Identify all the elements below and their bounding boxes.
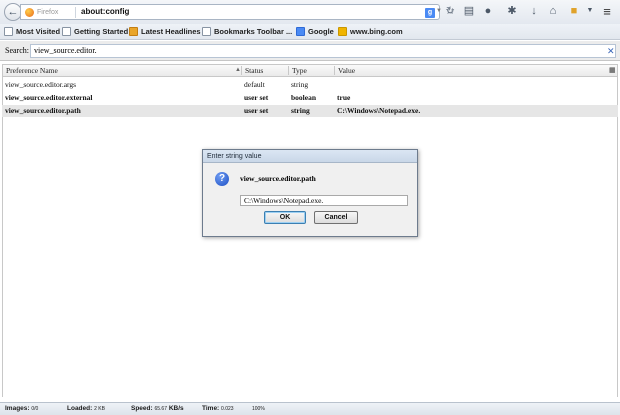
page-icon	[202, 27, 211, 36]
column-header-value[interactable]: Value	[335, 65, 605, 76]
column-header-name[interactable]: Preference Name	[3, 65, 241, 76]
row-status: default	[244, 80, 265, 89]
url-text[interactable]: about:config	[81, 5, 129, 19]
identity-label: Firefox	[37, 9, 59, 16]
row-name: view_source.editor.path	[5, 106, 81, 115]
ok-button[interactable]: OK	[264, 211, 306, 224]
dialog-message: view_source.editor.path	[240, 174, 316, 183]
dropdown-arrow-icon[interactable]: ▼	[436, 8, 442, 14]
row-value: C:\Windows\Notepad.exe.	[337, 106, 421, 115]
table-row[interactable]: view_source.editor.args default string	[2, 79, 618, 91]
status-speed-value: 65.67	[154, 406, 167, 412]
row-name: view_source.editor.args	[5, 80, 77, 89]
rss-icon	[129, 27, 138, 36]
reading-list-icon[interactable]: ▤	[463, 5, 475, 17]
row-name: view_source.editor.external	[5, 93, 93, 102]
google-icon	[296, 27, 305, 36]
clear-search-icon[interactable]: ✕	[607, 44, 615, 58]
bookmark-bing[interactable]: www.bing.com	[338, 26, 408, 38]
status-speed-label: Speed:	[131, 405, 153, 412]
navigation-bar: ← Firefox about:config g ▼ ↻ ☆ ▤ ● ✱ ↓ ⌂…	[0, 0, 620, 24]
bookmark-google[interactable]: Google	[296, 26, 336, 38]
search-label: Search:	[5, 46, 29, 55]
bookmark-toolbar-folder[interactable]: Bookmarks Toolbar ...	[202, 26, 294, 38]
status-time-label: Time:	[202, 405, 220, 412]
status-time: Time: 0.023	[202, 403, 234, 415]
bookmark-most-visited[interactable]: Most Visited	[4, 26, 60, 38]
url-separator	[75, 7, 76, 18]
bookmark-label: Latest Headlines	[141, 27, 201, 36]
status-images-label: Images:	[5, 405, 30, 412]
preferences-table-header: Preference Name ▲ Status Type Value ▦	[2, 64, 618, 77]
column-header-type[interactable]: Type	[289, 65, 334, 76]
table-row[interactable]: view_source.editor.external user set boo…	[2, 92, 618, 104]
star-icon[interactable]: ☆	[444, 5, 456, 17]
dialog-title-bar[interactable]: Enter string value	[203, 150, 417, 163]
google-g-icon[interactable]: g	[425, 8, 435, 18]
bookmark-getting-started[interactable]: Getting Started	[62, 26, 128, 38]
status-time-value: 0.023	[221, 406, 234, 412]
bookmark-label: www.bing.com	[350, 27, 403, 36]
status-loaded-label: Loaded:	[67, 405, 93, 412]
row-type: boolean	[291, 93, 317, 102]
bookmark-latest-headlines[interactable]: Latest Headlines	[129, 26, 201, 38]
row-type: string	[291, 106, 310, 115]
status-bar: Images: 0/0 Loaded: 2 KB Speed: 65.67 KB…	[0, 402, 620, 415]
dialog-title: Enter string value	[207, 153, 262, 160]
question-icon: ?	[215, 172, 229, 186]
menu-button[interactable]: ≡	[598, 4, 616, 20]
string-value-input[interactable]: C:\Windows\Notepad.exe.	[240, 195, 408, 206]
translate-icon[interactable]: ✱	[506, 5, 518, 17]
dialog-body: ? view_source.editor.path C:\Windows\Not…	[203, 163, 417, 236]
cancel-button[interactable]: Cancel	[314, 211, 358, 224]
bookmark-label: Getting Started	[74, 27, 129, 36]
status-loaded: Loaded: 2 KB	[67, 403, 105, 415]
row-status: user set	[244, 106, 269, 115]
status-speed-unit: KB/s	[168, 405, 184, 412]
overflow-icon[interactable]: ▼	[584, 5, 596, 17]
column-header-status[interactable]: Status	[242, 65, 288, 76]
bookmark-label: Most Visited	[16, 27, 61, 36]
search-input[interactable]: view_source.editor.	[30, 44, 616, 58]
bookmark-folder-icon	[4, 27, 13, 36]
bookmarks-toolbar: Most Visited Getting Started Latest Head…	[0, 24, 620, 40]
status-images: Images: 0/0	[5, 403, 38, 415]
row-status: user set	[244, 93, 269, 102]
preferences-table-body	[2, 77, 618, 397]
column-picker-icon[interactable]: ▦	[609, 66, 616, 75]
status-loaded-value: 2 KB	[94, 406, 105, 412]
row-value: true	[337, 93, 351, 102]
folder-icon[interactable]: ■	[568, 5, 580, 17]
bookmark-label: Bookmarks Toolbar ...	[214, 27, 293, 36]
config-search-row: Search: view_source.editor. ✕	[0, 41, 620, 61]
download-icon[interactable]: ↓	[528, 5, 540, 17]
string-value-dialog: Enter string value ? view_source.editor.…	[202, 149, 418, 237]
status-percent: 100%	[252, 406, 265, 412]
status-speed: Speed: 65.67 KB/s	[131, 403, 184, 415]
toolbar-icons: ☆ ▤ ● ✱ ↓ ⌂ ■ ▼	[444, 5, 594, 19]
bing-icon	[338, 27, 347, 36]
row-type: string	[291, 80, 309, 89]
url-bar[interactable]: Firefox about:config g ▼ ↻	[20, 4, 454, 20]
table-row-selected[interactable]: view_source.editor.path user set string …	[2, 105, 618, 117]
identity-badge[interactable]: Firefox	[25, 7, 77, 18]
bookmark-label: Google	[308, 27, 334, 36]
extension-icon[interactable]: ●	[482, 5, 494, 17]
firefox-logo-icon	[25, 8, 34, 17]
page-icon	[62, 27, 71, 36]
home-icon[interactable]: ⌂	[547, 5, 559, 17]
status-images-value: 0/0	[31, 406, 39, 412]
